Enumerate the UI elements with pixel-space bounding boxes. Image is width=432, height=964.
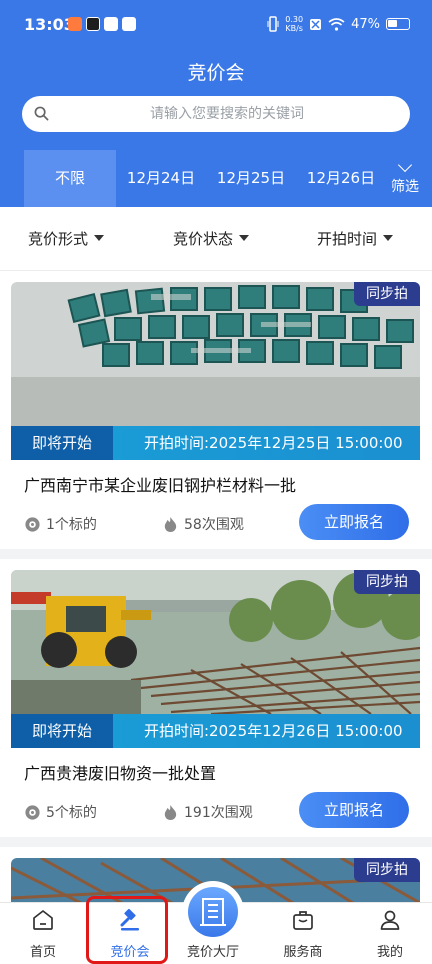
- date-tab-all[interactable]: 不限: [24, 150, 116, 207]
- message-app-icon: [122, 17, 136, 31]
- battery-icon: [386, 18, 410, 30]
- sync-auction-badge: 同步拍: [354, 570, 420, 594]
- view-count: 191次围观: [162, 802, 253, 822]
- sort-label: 竞价形式: [28, 230, 89, 248]
- lot-count-text: 1个标的: [46, 517, 97, 533]
- search-bar[interactable]: [22, 96, 410, 132]
- sort-bar: 竞价形式 竞价状态 开拍时间: [0, 207, 432, 271]
- sort-label: 竞价状态: [173, 230, 234, 248]
- tab-label: 服务商: [283, 945, 323, 960]
- sort-start-time[interactable]: 开拍时间: [317, 207, 394, 271]
- sort-auction-type[interactable]: 竞价形式: [28, 207, 105, 271]
- center-fab-bg: [188, 887, 238, 937]
- calendar-app-icon: [104, 17, 118, 31]
- tab-label: 我的: [376, 945, 403, 960]
- filter-button[interactable]: 筛选: [382, 157, 428, 204]
- status-tag: 即将开始: [11, 714, 113, 748]
- system-status: 0.30 KB/s 47%: [267, 15, 410, 33]
- user-icon: [380, 910, 400, 930]
- caret-down-icon: [239, 234, 250, 241]
- sync-auction-badge: 同步拍: [354, 858, 420, 882]
- auction-title[interactable]: 广西南宁市某企业废旧钢护栏材料一批: [24, 472, 296, 496]
- status-tag: 即将开始: [11, 426, 113, 460]
- net-speed-value: 0.30: [285, 15, 304, 24]
- tab-label: 首页: [29, 945, 56, 960]
- flame-icon: [164, 804, 177, 820]
- tab-service-providers[interactable]: 服务商: [263, 903, 343, 964]
- highlight-annotation: [86, 896, 168, 964]
- sort-auction-status[interactable]: 竞价状态: [173, 207, 250, 271]
- lot-count: 5个标的: [24, 802, 97, 822]
- date-tab-dec26[interactable]: 12月26日: [296, 150, 386, 207]
- header: 13:03 0.30KB/s 47% 竞价会 不限 12月24日 12月25日 …: [0, 0, 432, 207]
- briefcase-icon: [293, 911, 313, 930]
- start-time: 开拍时间:2025年12月26日 15:00:00: [144, 722, 403, 740]
- sim-off-icon: [310, 18, 322, 30]
- status-strip: 即将开始 开拍时间:2025年12月26日 15:00:00: [11, 714, 420, 748]
- target-icon: [25, 804, 40, 820]
- notification-icons: [68, 17, 136, 31]
- vibrate-icon: [267, 16, 279, 32]
- target-icon: [25, 516, 40, 532]
- signup-button[interactable]: 立即报名: [299, 792, 409, 828]
- filter-label: 筛选: [391, 179, 419, 195]
- date-tab-dec25[interactable]: 12月25日: [206, 150, 296, 207]
- building-icon: [200, 898, 226, 926]
- caret-down-icon: [94, 234, 105, 241]
- view-count: 58次围观: [162, 514, 244, 534]
- search-icon: [34, 106, 49, 121]
- date-tab-dec24[interactable]: 12月24日: [116, 150, 206, 207]
- start-time: 开拍时间:2025年12月25日 15:00:00: [144, 434, 403, 452]
- date-tabs: 不限 12月24日 12月25日 12月26日: [0, 150, 432, 207]
- status-bar: 13:03 0.30 KB/s 47%: [0, 0, 432, 50]
- page-title: 竞价会: [187, 62, 245, 84]
- net-speed-unit: KB/s: [285, 24, 303, 33]
- view-count-text: 58次围观: [184, 517, 244, 533]
- chevron-down-icon: [397, 157, 413, 173]
- auction-card[interactable]: 同步拍 即将开始 开拍时间:2025年12月25日 15:00:00 广西南宁市…: [0, 271, 432, 549]
- auction-title[interactable]: 广西贵港废旧物资一批处置: [24, 760, 216, 784]
- tab-mine[interactable]: 我的: [350, 903, 430, 964]
- view-count-text: 191次围观: [184, 805, 253, 821]
- net-speed: 0.30 KB/s: [285, 15, 303, 33]
- auction-hall-button[interactable]: [182, 881, 244, 943]
- signup-button[interactable]: 立即报名: [299, 504, 409, 540]
- caret-down-icon: [383, 234, 394, 241]
- tab-label: 竞价大厅: [186, 945, 239, 960]
- tab-home[interactable]: 首页: [3, 903, 83, 964]
- sort-label: 开拍时间: [317, 230, 378, 248]
- auction-card[interactable]: 同步拍 即将开始 开拍时间:2025年12月26日 15:00:00 广西贵港废…: [0, 559, 432, 837]
- app-notification-icon: [68, 17, 82, 31]
- lot-count: 1个标的: [24, 514, 97, 534]
- wifi-icon: [328, 17, 345, 31]
- search-input[interactable]: [62, 96, 392, 132]
- sync-auction-badge: 同步拍: [354, 282, 420, 306]
- flame-icon: [164, 516, 177, 532]
- battery-percent: 47%: [351, 16, 380, 32]
- home-icon: [33, 910, 53, 930]
- lot-count-text: 5个标的: [46, 805, 97, 821]
- video-app-icon: [86, 17, 100, 31]
- status-strip: 即将开始 开拍时间:2025年12月25日 15:00:00: [11, 426, 420, 460]
